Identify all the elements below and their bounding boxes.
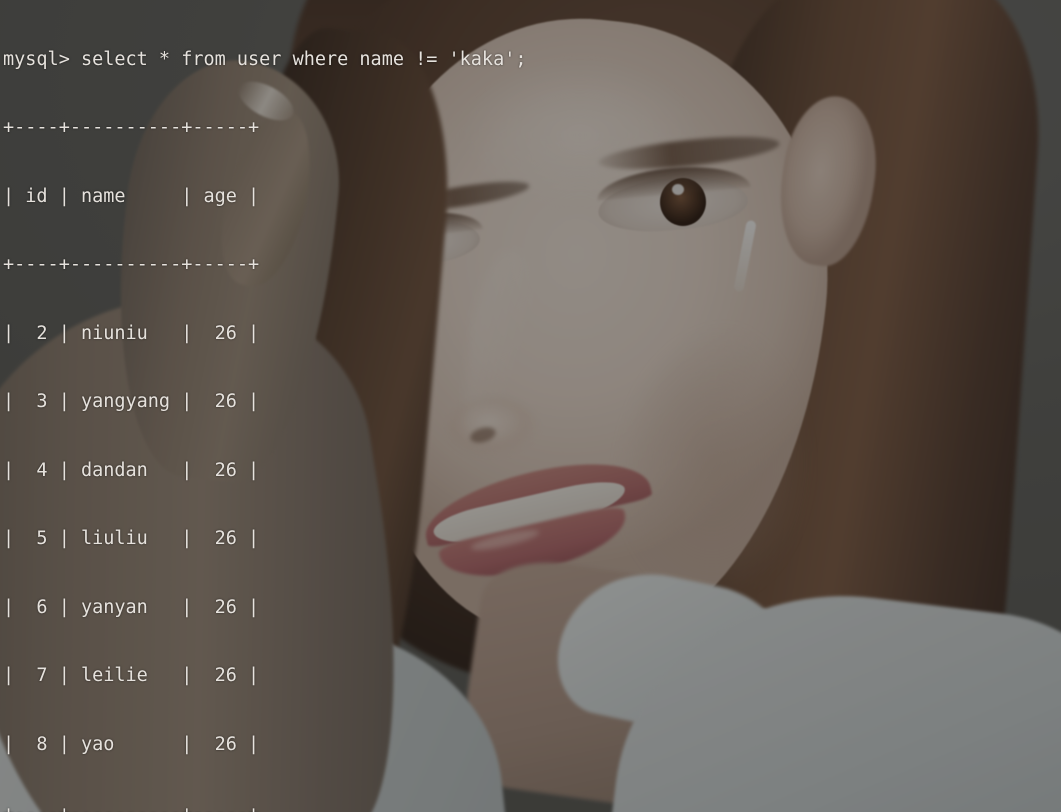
table-row: | 3 | yangyang | 26 | (3, 391, 260, 413)
table-row: | 2 | niuniu | 26 | (3, 322, 260, 344)
table-row: | 7 | leilie | 26 | (3, 665, 260, 687)
table-bottom-border: +----+----------+-----+ (3, 803, 526, 812)
table-row: | 5 | liuliu | 26 | (3, 528, 260, 550)
table-row: | 6 | yanyan | 26 | (3, 596, 260, 618)
table-header-rule: +----+----------+-----+ (3, 254, 260, 276)
command-line: mysql> select * from user where name != … (3, 48, 527, 70)
terminal-window[interactable]: mysql> select * from user where name != … (0, 0, 1061, 812)
table-row: | 4 | dandan | 26 | (3, 459, 260, 481)
photo-eye-highlight-right (672, 184, 684, 195)
table-top-border: +----+----------+-----+ (3, 117, 260, 139)
terminal-output[interactable]: mysql> select * from user where name != … (0, 0, 526, 812)
table-header-row: | id | name | age | (3, 185, 260, 207)
table-row: | 8 | yao | 26 | (3, 734, 260, 755)
